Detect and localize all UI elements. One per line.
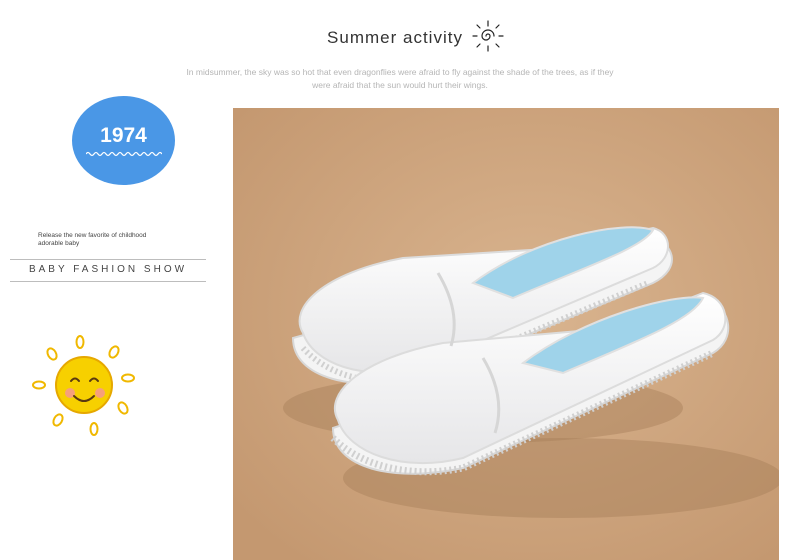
divider-top <box>10 259 206 260</box>
sun-spiral-icon <box>472 20 504 52</box>
subtitle-line-1: In midsummer, the sky was so hot that ev… <box>186 67 614 77</box>
year-badge: 1974 <box>72 96 175 185</box>
release-line-2: adorable baby <box>38 240 80 247</box>
baby-fashion-show-label: BABY FASHION SHOW <box>28 264 188 275</box>
canvas-shoes-illustration <box>233 108 779 560</box>
divider-bottom <box>10 281 206 282</box>
release-text: Release the new favorite of childhood ad… <box>38 232 188 248</box>
smiling-sun-icon <box>32 335 135 436</box>
page-title: Summer activity <box>327 28 463 47</box>
badge-year: 1974 <box>100 124 147 147</box>
product-photo <box>233 108 779 560</box>
subtitle: In midsummer, the sky was so hot that ev… <box>120 66 680 92</box>
subtitle-line-2: were afraid that the sun would hurt thei… <box>312 80 488 90</box>
title-row: Summer activity <box>0 28 790 48</box>
release-line-1: Release the new favorite of childhood <box>38 232 147 239</box>
wave-decoration <box>86 151 162 157</box>
